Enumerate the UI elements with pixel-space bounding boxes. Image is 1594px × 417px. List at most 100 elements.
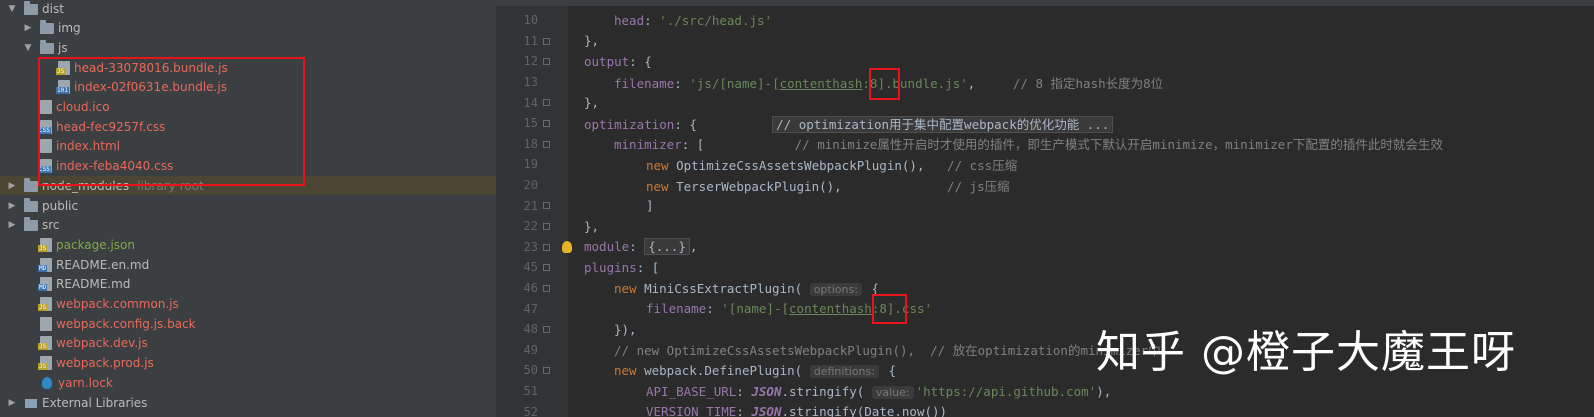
folder-icon (24, 197, 38, 212)
tree-item-label: js (58, 40, 68, 55)
tree-item[interactable]: ▶ External Libraries (0, 393, 496, 412)
chevron-right-icon[interactable]: ▶ (6, 181, 18, 191)
property-optimization: optimization (584, 116, 675, 132)
yarn-icon (40, 376, 54, 390)
fold-marker-icon[interactable] (543, 243, 550, 251)
property-output: output (584, 53, 630, 69)
tree-item[interactable]: MD README.md (0, 275, 496, 294)
code-line-51[interactable]: 51 API_BASE_URL: JSON.stringify( value: '… (496, 381, 1594, 402)
code-text: ] (646, 198, 654, 214)
fold-marker-icon[interactable] (543, 202, 550, 210)
fold-marker-icon[interactable] (543, 37, 550, 45)
tree-item[interactable]: JS package.json (0, 235, 496, 254)
param-hint: value: (871, 385, 914, 399)
fold-marker-icon[interactable] (543, 264, 550, 272)
code-line-14[interactable]: 14 }, (496, 92, 1594, 113)
property-module: module (584, 239, 630, 255)
chevron-right-icon[interactable]: ▶ (6, 220, 18, 230)
editor-tab-bar[interactable] (496, 0, 1594, 6)
tree-item[interactable]: ▶ public (0, 196, 496, 215)
chevron-right-icon[interactable]: ▶ (6, 398, 18, 408)
line-number: 23 (523, 239, 538, 254)
tree-item-label: README.md (56, 277, 131, 292)
line-number: 48 (523, 322, 538, 337)
line-number: 47 (523, 301, 538, 316)
tree-item[interactable]: ▶ img (0, 19, 496, 38)
tree-item-label: README.en.md (56, 257, 150, 272)
tree-item[interactable]: ▶ src (0, 216, 496, 235)
fold-marker-icon[interactable] (543, 58, 550, 66)
code-line-12[interactable]: 12 output: { (496, 51, 1594, 72)
code-text: }, (584, 218, 600, 234)
chevron-right-icon[interactable]: ▶ (6, 201, 18, 211)
tree-item[interactable]: webpack.config.js.back (0, 314, 496, 333)
code-line-46[interactable]: 46 new MiniCssExtractPlugin( options: { (496, 278, 1594, 299)
comment-hash-length: // 8 指定hash长度为8位 (1012, 75, 1164, 91)
code-text: }), (614, 321, 637, 337)
fold-marker-icon[interactable] (543, 326, 550, 333)
code-line-20[interactable]: 20 new TerserWebpackPlugin(), // js压缩 (496, 175, 1594, 196)
code-line-19[interactable]: 19 new OptimizeCssAssetsWebpackPlugin(),… (496, 154, 1594, 175)
code-line-11[interactable]: 11 }, (496, 31, 1594, 52)
tree-item-label: public (42, 198, 79, 213)
property-minimizer: minimizer (614, 137, 682, 153)
line-number: 11 (523, 33, 538, 48)
chevron-down-icon[interactable]: ▼ (6, 4, 18, 14)
fold-marker-icon[interactable] (543, 367, 550, 375)
code-line-18[interactable]: 18 minimizer: [ // minimize属性开启时才使用的插件，即… (496, 134, 1594, 155)
fold-marker-icon[interactable] (543, 120, 550, 127)
file-icon: MD (38, 277, 52, 292)
code-line-22[interactable]: 22 }, (496, 216, 1594, 237)
code-line-52[interactable]: 52 VERSION_TIME: JSON.stringify(Date.now… (496, 401, 1594, 417)
tree-item-label: img (58, 21, 81, 36)
lightbulb-icon[interactable] (562, 240, 572, 253)
code-line-10[interactable]: 10 head: './src/head.js' (496, 10, 1594, 31)
string-head-path: './src/head.js' (659, 12, 773, 28)
code-line-13[interactable]: 13 filename: 'js/[name]-[contenthash:8].… (496, 72, 1594, 93)
code-line-23[interactable]: 23 module: {...}, (496, 237, 1594, 258)
collapsed-block[interactable]: {...} (644, 238, 690, 256)
annotation-box-dist-files (38, 57, 305, 186)
chevron-right-icon[interactable]: ▶ (22, 23, 34, 33)
property-filename: filename (646, 301, 707, 317)
line-number: 13 (523, 75, 538, 90)
tree-item[interactable]: JS webpack.dev.js (0, 334, 496, 353)
tree-item[interactable]: JS webpack.common.js (0, 295, 496, 314)
property-filename: filename (614, 75, 675, 91)
folder-icon (40, 39, 54, 54)
tree-item[interactable]: ▼ js (0, 38, 496, 57)
line-number: 15 (523, 116, 538, 131)
tree-item-label: webpack.dev.js (56, 336, 148, 351)
fold-marker-icon[interactable] (543, 284, 550, 292)
fold-marker-icon[interactable] (543, 99, 550, 107)
annotation-box-hash-length-css (872, 294, 907, 324)
param-hint: options: (809, 282, 862, 296)
fold-marker-icon[interactable] (543, 223, 550, 230)
tree-item[interactable]: JS webpack.prod.js (0, 354, 496, 373)
comment-line: // new OptimizeCssAssetsWebpackPlugin(),… (614, 343, 1161, 359)
code-line-45[interactable]: 45 plugins: [ (496, 257, 1594, 278)
fold-marker-icon[interactable] (543, 140, 550, 148)
param-hint: definitions: (809, 364, 879, 378)
line-number: 21 (523, 198, 538, 213)
tree-item[interactable]: MD README.en.md (0, 255, 496, 274)
property-head: head (614, 12, 645, 28)
folder-icon (24, 0, 38, 15)
folder-icon (24, 177, 38, 192)
line-number: 22 (523, 219, 538, 234)
chevron-down-icon[interactable]: ▼ (22, 43, 34, 53)
tree-item[interactable]: ▼ dist (0, 0, 496, 18)
folder-icon (24, 217, 38, 232)
tree-item[interactable]: yarn.lock (0, 373, 496, 392)
tree-item-label: webpack.config.js.back (56, 316, 196, 331)
line-number: 52 (523, 404, 538, 417)
code-line-21[interactable]: 21 ] (496, 195, 1594, 216)
line-number: 46 (523, 281, 538, 296)
line-number: 10 (523, 13, 538, 28)
tree-item-label: dist (42, 1, 64, 16)
tree-item-label: webpack.prod.js (56, 356, 154, 371)
comment-minimizer: // minimize属性开启时才使用的插件，即生产模式下默认开启minimiz… (794, 137, 1443, 153)
line-number: 19 (523, 157, 538, 172)
line-number: 14 (523, 95, 538, 110)
code-line-15[interactable]: 15 optimization: { // optimization用于集中配置… (496, 113, 1594, 134)
